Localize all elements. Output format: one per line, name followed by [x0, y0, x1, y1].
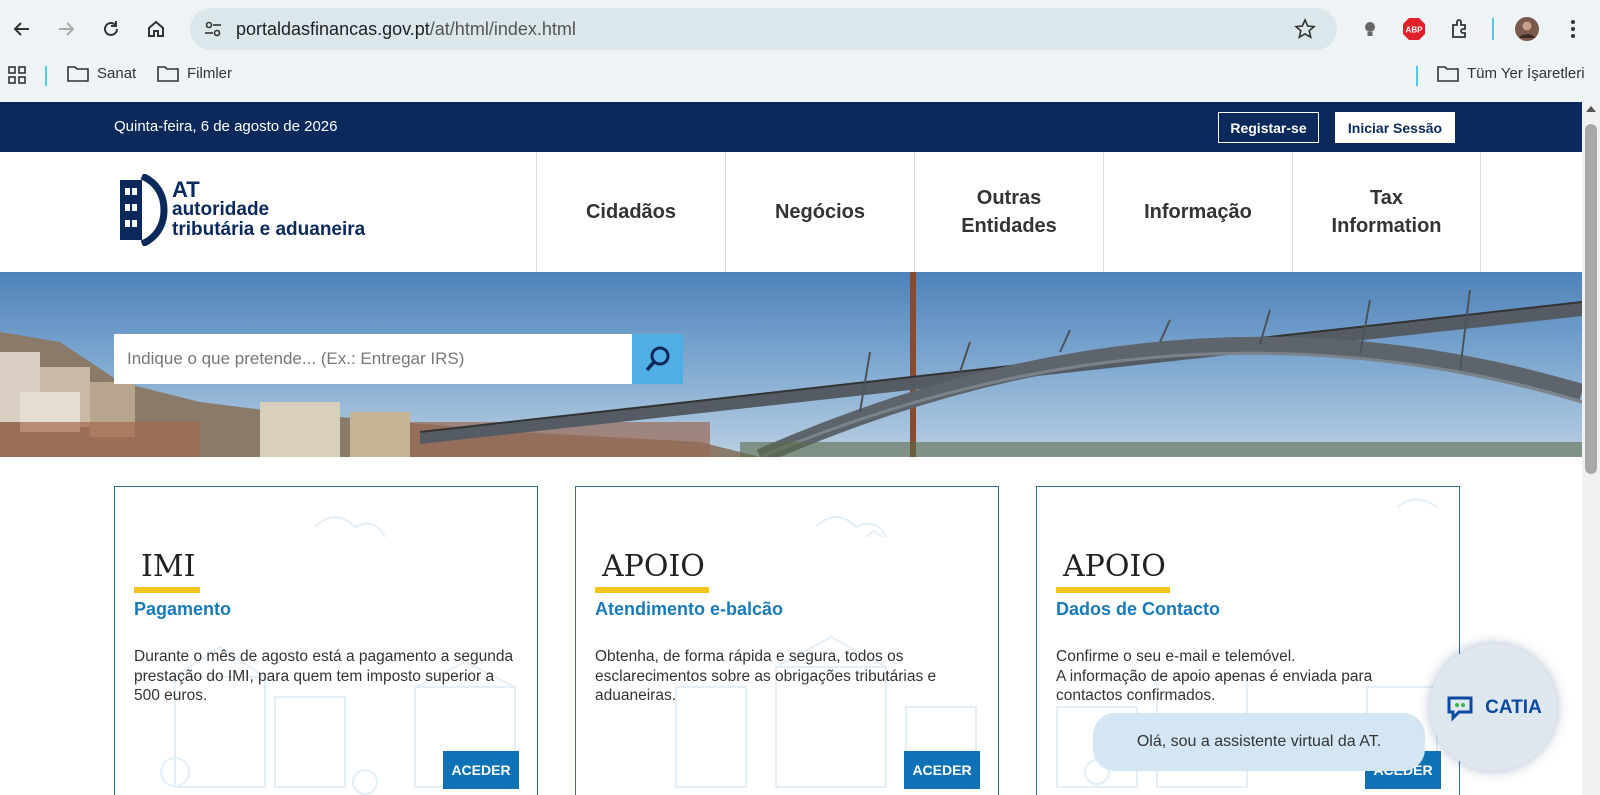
search-input[interactable]: Indique o que pretende... (Ex.: Entregar…	[114, 334, 632, 384]
extensions-icon[interactable]	[1445, 14, 1475, 44]
register-button[interactable]: Registar-se	[1218, 112, 1319, 143]
logo-line-2: autoridade	[172, 199, 270, 220]
search-icon	[645, 346, 669, 372]
browser-chrome: portaldasfinancas.gov.pt/at/html/index.h…	[0, 0, 1600, 102]
logo-line-3: tributária e aduaneira	[172, 219, 366, 240]
adblock-icon[interactable]: ABP	[1399, 14, 1429, 44]
coat-of-arms-icon	[120, 174, 168, 246]
search-placeholder: Indique o que pretende... (Ex.: Entregar…	[127, 349, 465, 368]
bookmark-label: Sanat	[97, 64, 137, 82]
toolbar-divider	[1492, 18, 1494, 40]
web-page: Quinta-feira, 6 de agosto de 2026 Regist…	[0, 102, 1582, 795]
page-scrollbar[interactable]	[1582, 102, 1600, 795]
nav-tax-information[interactable]: Tax Information	[1292, 152, 1481, 272]
scroll-up-icon[interactable]	[1586, 106, 1596, 112]
chatbot-launcher[interactable]: CATIA	[1430, 644, 1557, 771]
card-imi: IMI Pagamento Durante o mês de agosto es…	[114, 486, 538, 795]
url-host: portaldasfinancas.gov.pt	[236, 18, 430, 39]
bookmark-label: Filmler	[187, 64, 232, 82]
address-bar[interactable]: portaldasfinancas.gov.pt/at/html/index.h…	[190, 8, 1337, 50]
scrollbar-thumb[interactable]	[1585, 124, 1597, 474]
at-logo[interactable]: AT autoridade tributária e aduaneira	[116, 174, 386, 249]
logo-line-1: AT	[172, 177, 200, 202]
bookmarks-bar: Sanat Filmler Tüm Yer İşaretleri	[0, 58, 1600, 94]
nav-cidadaos[interactable]: Cidadãos	[536, 152, 725, 272]
all-bookmarks[interactable]: Tüm Yer İşaretleri	[1437, 64, 1585, 82]
bookmarks-divider	[1416, 66, 1418, 86]
nav-negocios[interactable]: Negócios	[725, 152, 914, 272]
card-subtitle[interactable]: Pagamento	[134, 599, 231, 620]
card-title: IMI	[141, 549, 196, 584]
reload-icon[interactable]	[96, 14, 126, 44]
nav-outras-entidades[interactable]: Outras Entidades	[914, 152, 1103, 272]
chatbot-name: CATIA	[1485, 696, 1542, 718]
bookmark-sanat[interactable]: Sanat	[67, 64, 136, 82]
card-body: Confirme o seu e-mail e telemóvel. A inf…	[1056, 648, 1373, 704]
card-apoio-ebalcao: APOIO Atendimento e-balcão Obtenha, de f…	[575, 486, 999, 795]
all-bookmarks-label: Tüm Yer İşaretleri	[1467, 64, 1585, 82]
card-body: Durante o mês de agosto está a pagamento…	[134, 648, 514, 704]
login-button[interactable]: Iniciar Sessão	[1335, 112, 1455, 143]
card-body: Obtenha, de forma rápida e segura, todos…	[595, 648, 937, 704]
url-text: portaldasfinancas.gov.pt/at/html/index.h…	[236, 19, 576, 40]
back-icon[interactable]	[7, 14, 37, 44]
hero-banner: Indique o que pretende... (Ex.: Entregar…	[0, 272, 1582, 457]
chat-bubble-icon	[1447, 696, 1473, 722]
site-header: AT autoridade tributária e aduaneira Cid…	[0, 152, 1582, 272]
nav-informacao[interactable]: Informação	[1103, 152, 1292, 272]
current-date: Quinta-feira, 6 de agosto de 2026	[114, 118, 338, 135]
bookmark-star-icon[interactable]	[1294, 18, 1316, 45]
card-access-button[interactable]: ACEDER	[904, 751, 980, 789]
chatbot-greeting[interactable]: Olá, sou a assistente virtual da AT.	[1093, 713, 1425, 771]
card-access-button[interactable]: ACEDER	[443, 751, 519, 789]
apps-grid-icon[interactable]	[8, 66, 26, 89]
city-illustration	[160, 516, 516, 795]
bookmark-filmler[interactable]: Filmler	[157, 64, 232, 82]
site-settings-icon[interactable]	[204, 20, 222, 43]
bookmarks-divider	[45, 66, 47, 86]
main-nav: Cidadãos Negócios Outras Entidades Infor…	[536, 152, 1481, 272]
city-illustration	[675, 516, 977, 788]
folder-icon	[157, 66, 179, 82]
adblock-badge: ABP	[1406, 26, 1424, 35]
title-underline	[595, 587, 709, 593]
title-underline	[134, 587, 200, 593]
url-path: /at/html/index.html	[429, 18, 576, 39]
forward-icon[interactable]	[51, 14, 81, 44]
card-subtitle[interactable]: Dados de Contacto	[1056, 599, 1220, 620]
top-bar: Quinta-feira, 6 de agosto de 2026 Regist…	[0, 102, 1582, 152]
home-icon[interactable]	[141, 14, 171, 44]
title-underline	[1056, 587, 1170, 593]
card-title: APOIO	[602, 549, 705, 584]
folder-icon	[1437, 66, 1459, 82]
lightbulb-icon[interactable]	[1355, 14, 1385, 44]
profile-avatar[interactable]	[1512, 14, 1542, 44]
menu-icon[interactable]	[1558, 14, 1588, 44]
card-subtitle[interactable]: Atendimento e-balcão	[595, 599, 783, 620]
card-title: APOIO	[1063, 549, 1166, 584]
folder-icon	[67, 66, 89, 82]
search-button[interactable]	[632, 334, 683, 384]
